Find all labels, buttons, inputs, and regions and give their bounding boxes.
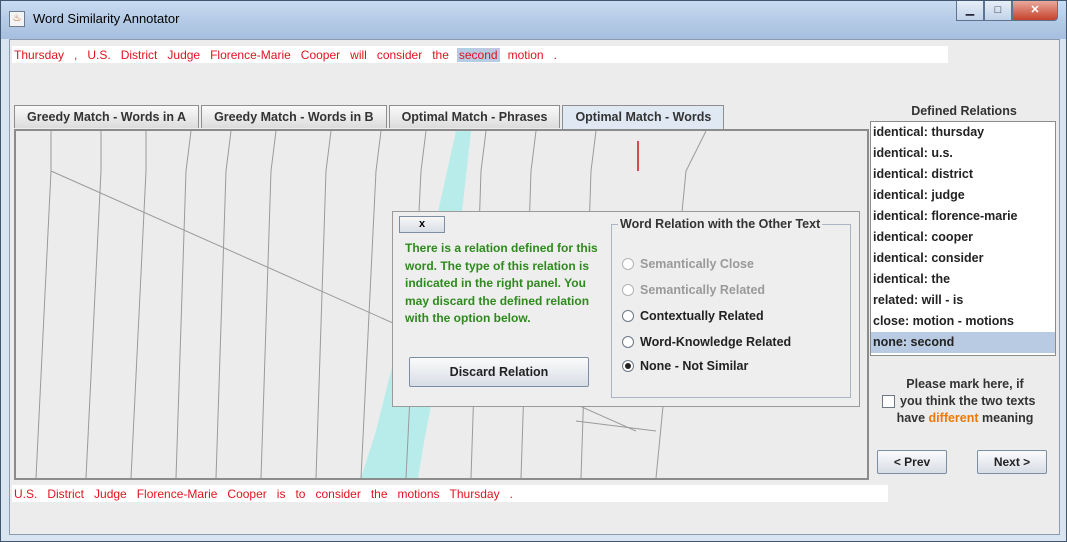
text-a-token[interactable]: motion xyxy=(506,48,546,62)
radio-circle[interactable] xyxy=(622,336,634,348)
window-controls: ▁ □ ✕ xyxy=(956,1,1058,21)
radio-circle xyxy=(622,258,634,270)
alignment-line xyxy=(35,131,52,478)
text-b-token[interactable]: the xyxy=(369,487,390,501)
text-a-token[interactable]: U.S. xyxy=(85,48,112,62)
tab-greedy-match-words-in-b[interactable]: Greedy Match - Words in B xyxy=(201,105,387,128)
alignment-line xyxy=(315,131,332,478)
relation-dialog: x There is a relation defined for this w… xyxy=(392,211,860,407)
text-a-token[interactable]: second xyxy=(456,47,500,62)
text-a-token[interactable]: consider xyxy=(375,48,424,62)
window-title: Word Similarity Annotator xyxy=(33,11,180,26)
relation-item[interactable]: identical: cooper xyxy=(871,227,1055,248)
mark-line3-post: meaning xyxy=(978,411,1034,425)
tab-optimal-match-words[interactable]: Optimal Match - Words xyxy=(562,105,725,129)
radio-label: Contextually Related xyxy=(640,309,764,323)
text-b-token[interactable]: Judge xyxy=(92,487,129,501)
relation-item[interactable]: related: will - is xyxy=(871,290,1055,311)
alignment-line xyxy=(85,131,102,478)
prev-button[interactable]: < Prev xyxy=(877,450,947,474)
text-b-token[interactable]: is xyxy=(275,487,288,501)
relation-item[interactable]: close: motion - motions xyxy=(871,311,1055,332)
relation-message: There is a relation defined for this wor… xyxy=(405,241,598,325)
mark-line2: you think the two texts xyxy=(900,394,1036,408)
text-a-token[interactable]: Judge xyxy=(165,48,202,62)
radio-label: None - Not Similar xyxy=(640,359,749,373)
text-b-token[interactable]: Cooper xyxy=(225,487,268,501)
app-window: ♨ Word Similarity Annotator ▁ □ ✕ Thursd… xyxy=(0,0,1067,542)
relation-item[interactable]: identical: florence-marie xyxy=(871,206,1055,227)
tab-bar: Greedy Match - Words in A Greedy Match - … xyxy=(14,105,726,129)
text-a-token[interactable]: District xyxy=(119,48,160,62)
relation-item[interactable]: identical: u.s. xyxy=(871,143,1055,164)
defined-relations-list[interactable]: identical: thursday identical: u.s. identi… xyxy=(870,121,1056,356)
minimize-button[interactable]: ▁ xyxy=(956,1,984,21)
java-app-icon: ♨ xyxy=(9,11,25,27)
relation-item[interactable]: identical: judge xyxy=(871,185,1055,206)
text-b-token[interactable]: District xyxy=(45,487,86,501)
defined-relations-title: Defined Relations xyxy=(911,104,1017,118)
mark-line3-pre: have xyxy=(896,411,929,425)
radio-label: Semantically Close xyxy=(640,257,754,271)
different-meaning-mark: Please mark here, if you think the two t… xyxy=(872,376,1058,427)
title-bar[interactable]: ♨ Word Similarity Annotator ▁ □ ✕ xyxy=(1,1,1066,39)
text-b-strip: U.S. District Judge Florence-Marie Cooper is t… xyxy=(12,485,888,502)
text-b-token[interactable]: U.S. xyxy=(12,487,39,501)
different-meaning-checkbox[interactable] xyxy=(882,395,895,408)
radio-semantically-related: Semantically Related xyxy=(622,283,765,297)
text-b-token[interactable]: Florence-Marie xyxy=(135,487,220,501)
client-area: Thursday, U.S. District Judge Florence-Marie… xyxy=(9,39,1060,535)
relation-item[interactable]: identical: district xyxy=(871,164,1055,185)
relation-options-title: Word Relation with the Other Text xyxy=(618,217,823,231)
radio-circle[interactable] xyxy=(622,360,634,372)
mark-line3-highlight: different xyxy=(928,411,979,425)
radio-circle[interactable] xyxy=(622,310,634,322)
tab-optimal-match-phrases[interactable]: Optimal Match - Phrases xyxy=(388,105,561,128)
text-a-strip: Thursday, U.S. District Judge Florence-Marie… xyxy=(12,46,948,63)
relation-item[interactable]: identical: thursday xyxy=(871,122,1055,143)
radio-circle xyxy=(622,284,634,296)
relation-item[interactable]: identical: consider xyxy=(871,248,1055,269)
radio-semantically-close: Semantically Close xyxy=(622,257,754,271)
maximize-button[interactable]: □ xyxy=(984,1,1012,21)
text-b-token[interactable]: . xyxy=(508,487,515,501)
text-b-token[interactable]: to xyxy=(293,487,307,501)
relation-options-group: Word Relation with the Other Text Semant… xyxy=(611,217,851,398)
radio-word-knowledge-related[interactable]: Word-Knowledge Related xyxy=(622,335,791,349)
text-a-token[interactable]: will xyxy=(348,48,369,62)
text-a-token[interactable]: the xyxy=(430,48,451,62)
text-a-token[interactable]: Florence-Marie xyxy=(208,48,293,62)
next-button[interactable]: Next > xyxy=(977,450,1047,474)
dialog-close-button[interactable]: x xyxy=(399,216,445,233)
discard-relation-button[interactable]: Discard Relation xyxy=(409,357,589,387)
alignment-line xyxy=(260,131,277,478)
mark-line1: Please mark here, if xyxy=(906,377,1024,391)
radio-label: Word-Knowledge Related xyxy=(640,335,792,349)
text-a-token[interactable]: , xyxy=(72,48,79,62)
text-a-token[interactable]: Thursday xyxy=(12,48,66,62)
text-a-token[interactable]: Cooper xyxy=(299,48,342,62)
text-b-token[interactable]: Thursday xyxy=(448,487,502,501)
alignment-line xyxy=(130,131,147,478)
radio-none-not-similar[interactable]: None - Not Similar xyxy=(622,359,748,373)
alignment-canvas[interactable]: x There is a relation defined for this w… xyxy=(14,129,869,480)
alignment-line xyxy=(175,131,192,478)
text-a-token[interactable]: . xyxy=(552,48,559,62)
radio-label: Semantically Related xyxy=(640,283,766,297)
close-button[interactable]: ✕ xyxy=(1012,1,1058,21)
tab-greedy-match-words-in-a[interactable]: Greedy Match - Words in A xyxy=(14,105,200,128)
alignment-line xyxy=(215,131,232,478)
text-b-token[interactable]: consider xyxy=(313,487,362,501)
relation-item[interactable]: none: second xyxy=(871,332,1055,353)
relation-item[interactable]: identical: the xyxy=(871,269,1055,290)
text-b-token[interactable]: motions xyxy=(396,487,442,501)
radio-contextually-related[interactable]: Contextually Related xyxy=(622,309,764,323)
